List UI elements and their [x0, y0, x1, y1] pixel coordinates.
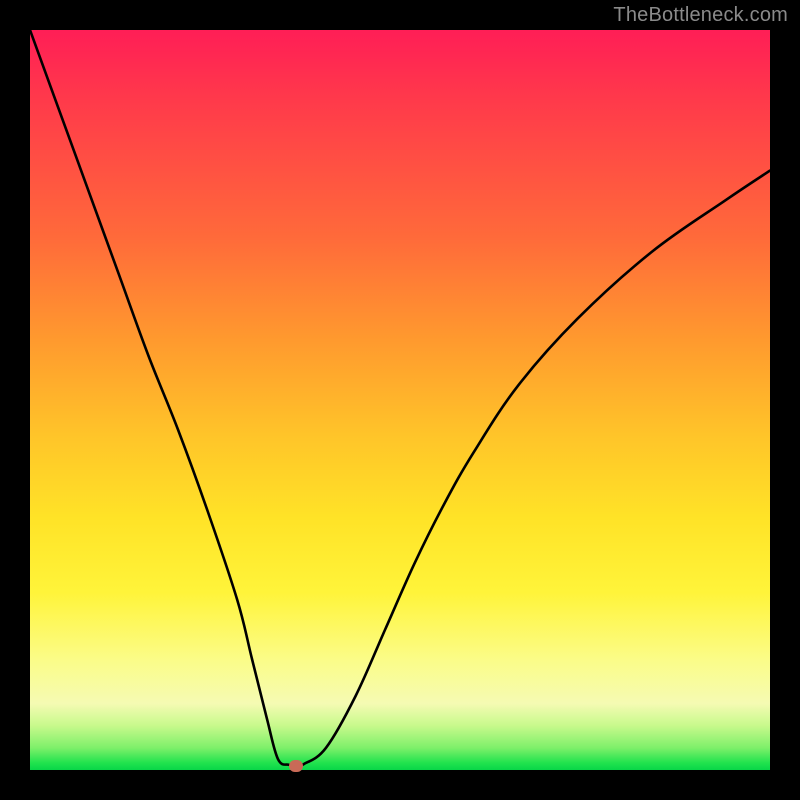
bottleneck-curve: [30, 30, 770, 770]
watermark-text: TheBottleneck.com: [613, 4, 788, 27]
chart-frame: TheBottleneck.com: [0, 0, 800, 800]
plot-area: [30, 30, 770, 770]
optimum-marker: [289, 760, 303, 772]
